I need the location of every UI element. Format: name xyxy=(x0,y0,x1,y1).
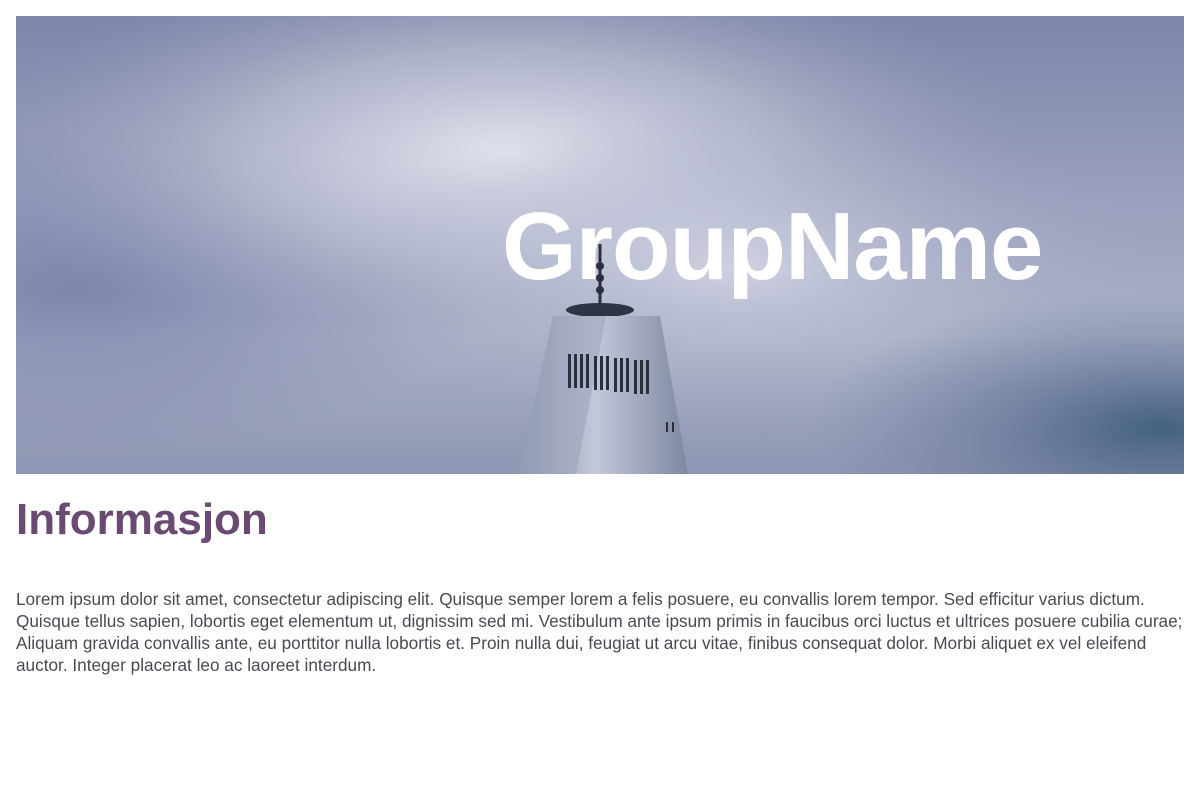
section-heading: Informasjon xyxy=(16,495,268,544)
hero-title: GroupName xyxy=(502,193,1043,300)
page: GroupName Informasjon Lorem ipsum dolor … xyxy=(0,0,1200,800)
info-paragraph: Lorem ipsum dolor sit amet, consectetur … xyxy=(16,589,1183,675)
hero-banner: GroupName xyxy=(16,16,1184,474)
